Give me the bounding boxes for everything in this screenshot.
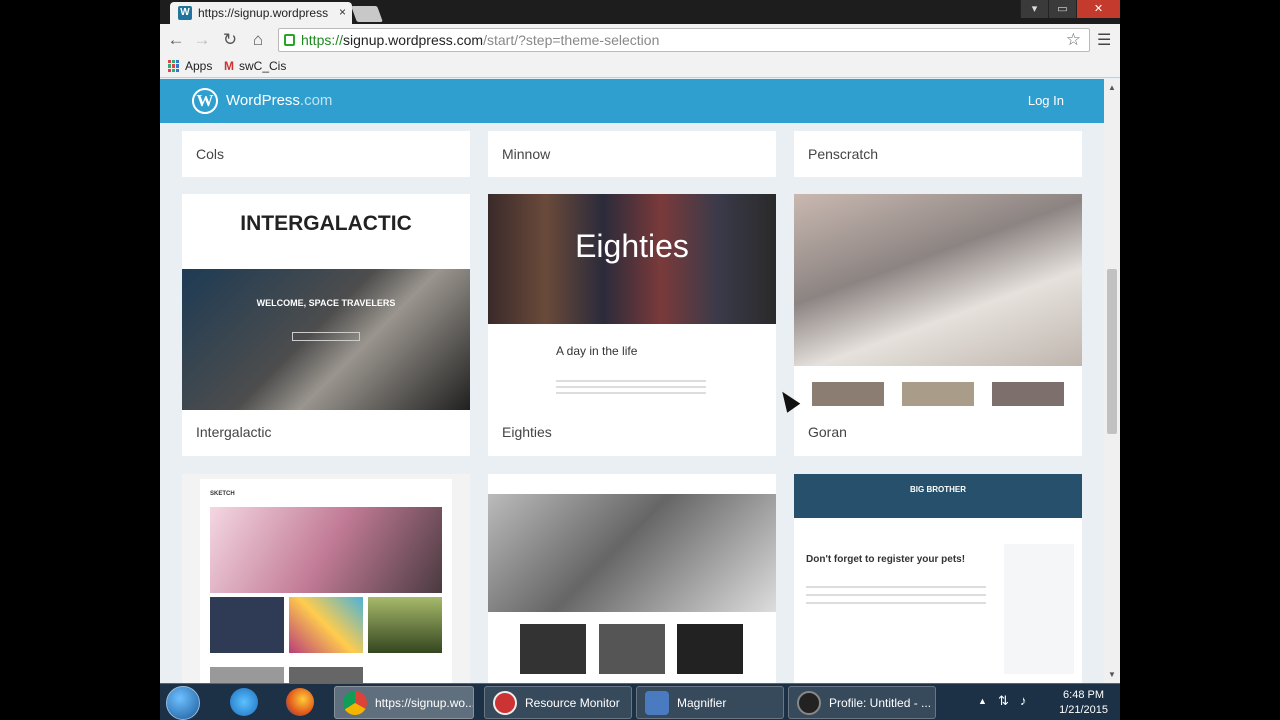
wordpress-header: W WordPress.com Log In (160, 79, 1104, 123)
secure-lock-icon (284, 34, 295, 46)
scroll-down-icon[interactable]: ▼ (1108, 670, 1116, 679)
taskbar-obs-profile[interactable]: Profile: Untitled - ... (788, 686, 936, 719)
bookmark-star-icon[interactable]: ☆ (1066, 30, 1081, 50)
theme-screenshot: Eighties A day in the life (488, 194, 776, 410)
theme-card-minnow[interactable]: Minnow (488, 131, 776, 177)
login-link[interactable]: Log In (1028, 93, 1064, 108)
wordpress-logo-icon[interactable]: W (192, 88, 218, 114)
tab-strip: W https://signup.wordpress × ▾ ▭ ✕ (160, 0, 1120, 24)
clock-time: 6:48 PM (1063, 689, 1105, 701)
theme-name: Goran (808, 424, 847, 440)
theme-card-goran[interactable]: Goran (794, 194, 1082, 456)
theme-card-penscratch[interactable]: Penscratch (794, 131, 1082, 177)
brand-suffix: .com (299, 92, 333, 109)
taskbar-chrome[interactable]: https://signup.wo... (334, 686, 474, 719)
theme-card-sketch[interactable]: SKETCH (182, 474, 470, 683)
preview-welcome: WELCOME, SPACE TRAVELERS (256, 298, 396, 308)
theme-name: Minnow (502, 146, 551, 162)
system-tray: ▲ ⇅ ♪ 6:48 PM 1/21/2015 (970, 684, 1120, 720)
task-label: Resource Monitor (525, 696, 620, 710)
network-icon[interactable]: ⇅ (998, 693, 1009, 709)
brand-name: WordPress (226, 92, 300, 109)
address-bar[interactable]: https://signup.wordpress.com/start/?step… (278, 28, 1090, 52)
maximize-button[interactable]: ▭ (1048, 0, 1076, 18)
back-arrow-icon[interactable]: ← (166, 30, 186, 50)
wordpress-page: Cols Minnow Penscratch INTERGALACTIC WEL… (160, 79, 1104, 683)
theme-card-cols[interactable]: Cols (182, 131, 470, 177)
browser-window: W https://signup.wordpress × ▾ ▭ ✕ ← → ↻… (160, 0, 1120, 683)
theme-screenshot (794, 194, 1082, 410)
bookmark-label: swC_Cis (239, 59, 287, 73)
taskbar-magnifier[interactable]: Magnifier (636, 686, 784, 719)
theme-screenshot (488, 494, 776, 612)
browser-toolbar: ← → ↻ ⌂ https://signup.wordpress.com/sta… (160, 24, 1120, 56)
preview-title: Eighties (575, 228, 689, 264)
firefox-icon[interactable] (286, 688, 314, 716)
theme-name: Penscratch (808, 146, 879, 162)
preview-post-title: Don't forget to register your pets! (806, 554, 966, 565)
window-controls: ▾ ▭ ✕ (1020, 0, 1120, 18)
bookmark-label: Apps (185, 59, 213, 73)
magnifier-icon (645, 691, 669, 715)
preview-hero-image (210, 507, 442, 593)
browser-tab[interactable]: W https://signup.wordpress × (170, 2, 352, 24)
url-scheme: https:// (301, 32, 344, 48)
taskbar-clock[interactable]: 6:48 PM 1/21/2015 (1059, 688, 1108, 718)
theme-name: Intergalactic (196, 424, 272, 440)
taskbar-resource-monitor[interactable]: Resource Monitor (484, 686, 632, 719)
tab-close-icon[interactable]: × (339, 5, 346, 19)
theme-card-intergalactic[interactable]: INTERGALACTIC WELCOME, SPACE TRAVELERS I… (182, 194, 470, 456)
close-window-button[interactable]: ✕ (1076, 0, 1120, 18)
gmail-icon: M (224, 59, 234, 73)
theme-card-laptop[interactable] (488, 474, 776, 683)
obs-icon (797, 691, 821, 715)
preview-title: BIG BROTHER (910, 485, 966, 494)
tab-title: https://signup.wordpress (198, 6, 329, 20)
windows-taskbar: https://signup.wo... Resource Monitor Ma… (160, 683, 1120, 720)
preview-title: INTERGALACTIC (240, 212, 412, 235)
start-button[interactable] (166, 686, 200, 720)
new-tab-button[interactable] (351, 6, 383, 22)
theme-card-eighties[interactable]: Eighties A day in the life Eighties (488, 194, 776, 456)
chrome-icon (343, 691, 367, 715)
bookmark-swc[interactable]: M swC_Cis (224, 59, 286, 73)
reload-icon[interactable]: ↻ (220, 30, 240, 50)
preview-button (292, 332, 360, 341)
theme-name: Eighties (502, 424, 552, 440)
internet-explorer-icon[interactable] (230, 688, 258, 716)
chrome-menu-icon[interactable]: ☰ (1097, 30, 1111, 50)
home-icon[interactable]: ⌂ (248, 30, 268, 50)
task-label: https://signup.wo... (375, 696, 474, 710)
theme-screenshot: SKETCH (200, 479, 452, 683)
tray-expand-icon[interactable]: ▲ (978, 696, 987, 706)
resource-monitor-icon (493, 691, 517, 715)
task-label: Profile: Untitled - ... (829, 696, 932, 710)
bookmarks-bar: Apps M swC_Cis (160, 56, 1120, 78)
preview-title: SKETCH (210, 491, 235, 497)
page-scrollbar[interactable]: ▲ ▼ (1104, 79, 1120, 683)
wordpress-favicon-icon: W (178, 6, 192, 20)
url-host: signup.wordpress.com (343, 32, 484, 48)
theme-screenshot: INTERGALACTIC WELCOME, SPACE TRAVELERS (182, 194, 470, 410)
scrollbar-thumb[interactable] (1107, 269, 1117, 434)
theme-card-big-brother[interactable]: BIG BROTHER Don't forget to register you… (794, 474, 1082, 683)
bookmark-apps[interactable]: Apps (168, 59, 212, 73)
wordpress-brand[interactable]: WordPress.com (226, 92, 332, 109)
forward-arrow-icon[interactable]: → (192, 30, 212, 50)
volume-icon[interactable]: ♪ (1020, 693, 1027, 708)
theme-name: Cols (196, 146, 225, 162)
scroll-up-icon[interactable]: ▲ (1108, 83, 1116, 92)
theme-screenshot: BIG BROTHER (794, 474, 1082, 518)
url-path: /start/?step=theme-selection (483, 32, 660, 48)
preview-hero-image (794, 194, 1082, 366)
clock-date: 1/21/2015 (1059, 704, 1108, 716)
apps-grid-icon (168, 60, 180, 72)
minimize-button[interactable]: ▾ (1020, 0, 1048, 18)
preview-post-title: A day in the life (556, 344, 638, 358)
task-label: Magnifier (677, 696, 727, 710)
